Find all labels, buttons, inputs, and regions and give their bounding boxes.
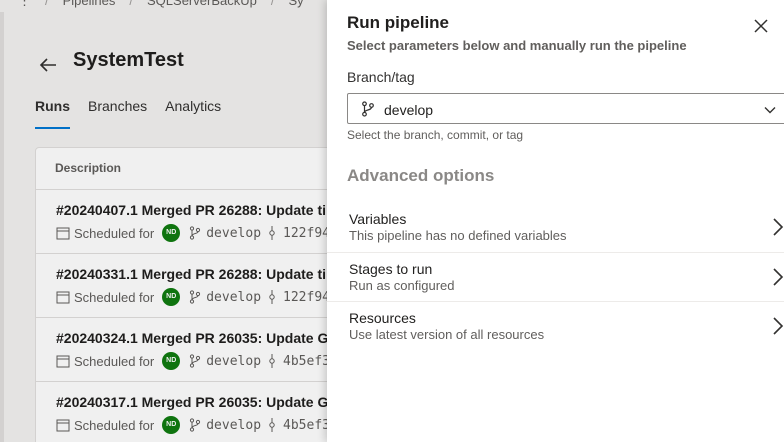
panel-subtitle: Select parameters below and manually run… [347,38,687,53]
close-icon[interactable] [751,16,771,36]
modal-overlay[interactable] [0,0,327,442]
chevron-right-icon [773,268,784,286]
branch-icon [362,101,374,117]
option-description: Use latest version of all resources [349,327,545,342]
chevron-down-icon [764,107,776,114]
branch-tag-dropdown[interactable]: develop [347,93,784,124]
option-name: Variables [349,211,407,227]
branch-tag-value: develop [384,102,434,118]
chevron-right-icon [773,218,784,236]
panel-title: Run pipeline [347,13,449,32]
branch-tag-hint: Select the branch, commit, or tag [347,128,524,142]
advanced-options-heading: Advanced options [347,166,495,185]
option-name: Stages to run [349,261,433,277]
branch-tag-label: Branch/tag [347,69,415,85]
option-variables[interactable]: Variables This pipeline has no defined v… [327,203,784,252]
option-name: Resources [349,310,416,326]
option-description: Run as configured [349,278,455,293]
option-description: This pipeline has no defined variables [349,228,567,243]
chevron-right-icon [773,317,784,335]
run-pipeline-panel: Run pipeline Select parameters below and… [327,0,784,442]
option-stages-to-run[interactable]: Stages to run Run as configured [327,252,784,301]
option-resources[interactable]: Resources Use latest version of all reso… [327,301,784,350]
